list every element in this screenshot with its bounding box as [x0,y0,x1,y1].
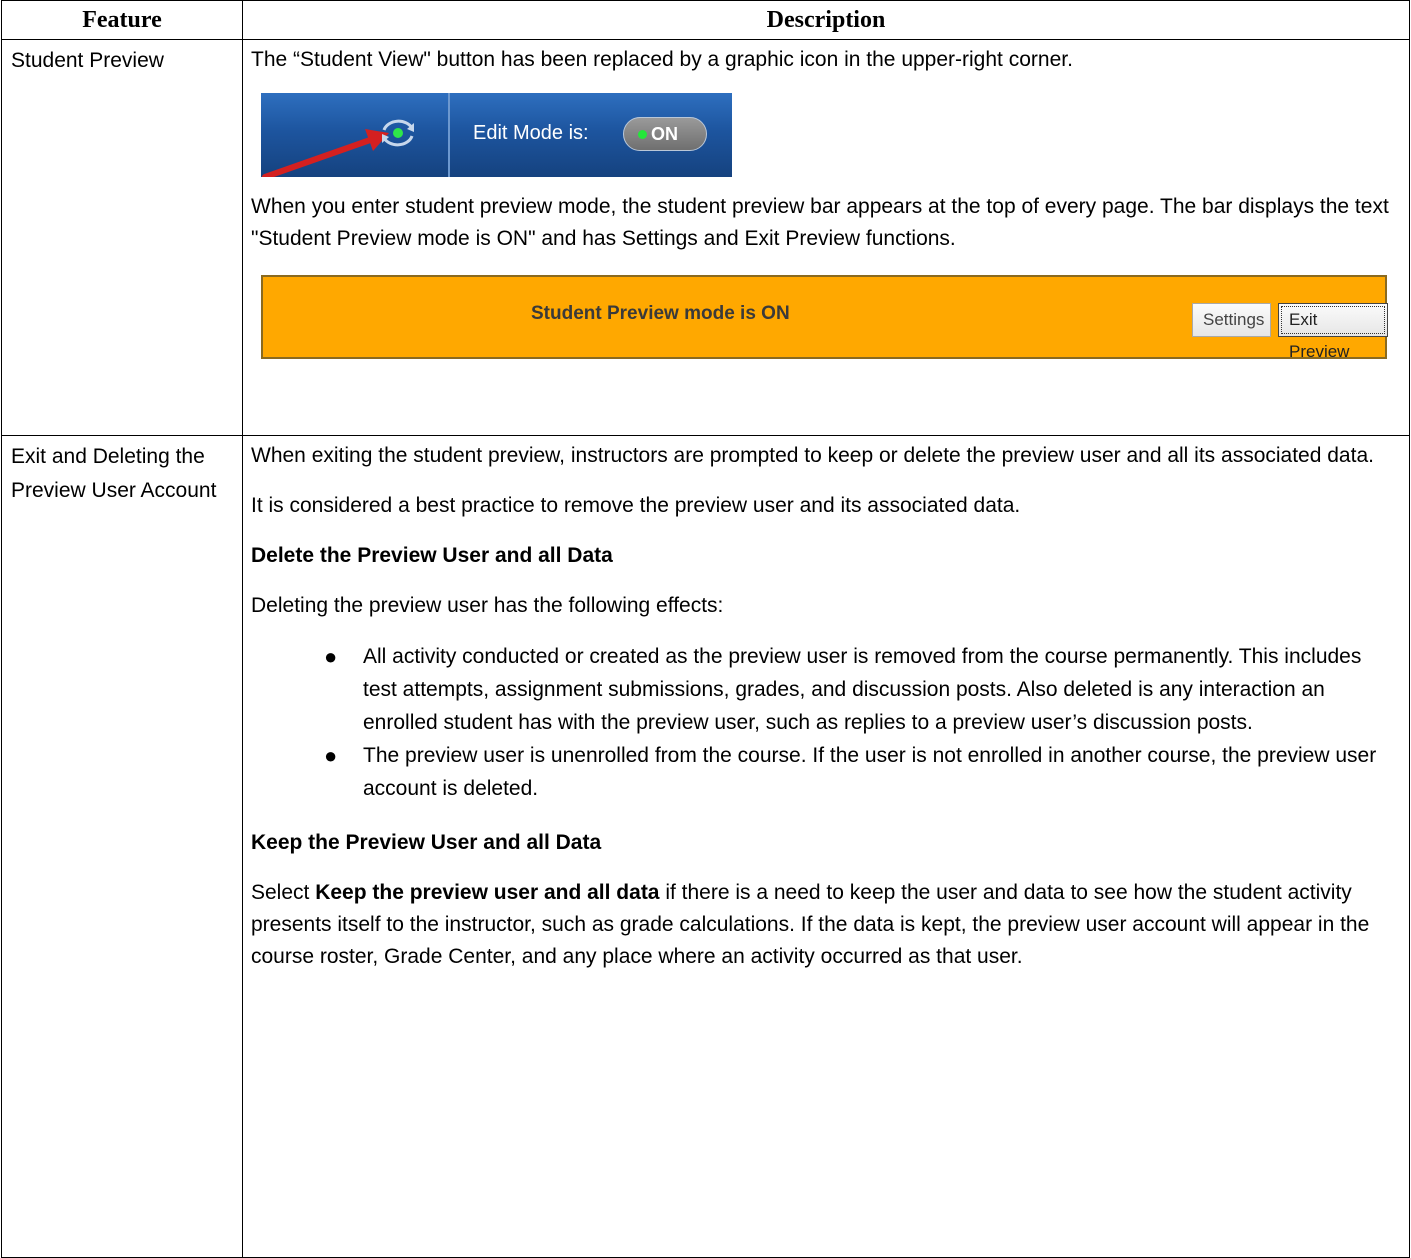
description-header: Description [242,0,1410,40]
edit-mode-screenshot: Edit Mode is: ON [261,93,732,177]
description-cell: When exiting the student preview, instru… [242,435,1410,1258]
description-cell: The “Student View" button has been repla… [242,39,1410,436]
feature-cell: Student Preview [1,39,243,436]
bullet-icon: ● [324,644,338,669]
paragraph: When exiting the student preview, instru… [251,444,1374,467]
header-row: Feature Description [1,0,1410,40]
list-item-text: All activity conducted or created as the… [363,645,1362,734]
status-dot-icon [638,130,647,139]
student-preview-icon [382,119,414,147]
intro-paragraph: The “Student View" button has been repla… [251,48,1073,71]
paragraph: It is considered a best practice to remo… [251,494,1021,517]
table-row: Exit and Deleting the Preview User Accou… [1,435,1410,1258]
edit-mode-toggle-label: ON [651,124,678,144]
paragraph-prefix: Select [251,881,316,904]
exit-preview-button: Exit Preview [1278,303,1388,361]
effects-list: ● All activity conducted or created as th… [251,640,1401,805]
preview-bar-text: Student Preview mode is ON [531,303,790,324]
feature-cell: Exit and Deleting the Preview User Accou… [1,435,243,1258]
list-item-text: The preview user is unenrolled from the … [363,744,1377,800]
edit-mode-label: Edit Mode is: [473,122,589,144]
section-heading: Keep the Preview User and all Data [251,831,602,854]
paragraph: Select Keep the preview user and all dat… [251,877,1401,973]
paragraph: Deleting the preview user has the follow… [251,594,724,617]
bold-phrase: Keep the preview user and all data [315,881,660,904]
preview-mode-paragraph: When you enter student preview mode, the… [251,195,1389,250]
feature-table: Feature Description Student Preview The … [1,0,1410,1258]
bullet-icon: ● [324,743,338,768]
edit-mode-toggle: ON [623,117,707,151]
table-row: Student Preview The “Student View" butto… [1,39,1410,436]
settings-button: Settings [1192,303,1271,337]
feature-header: Feature [1,0,243,40]
student-preview-bar-screenshot: Student Preview mode is ON Settings Exit… [261,275,1388,361]
section-heading: Delete the Preview User and all Data [251,544,613,567]
toolbar-divider [448,93,450,177]
list-item: ● The preview user is unenrolled from the… [324,739,1401,805]
list-item: ● All activity conducted or created as th… [324,640,1401,739]
